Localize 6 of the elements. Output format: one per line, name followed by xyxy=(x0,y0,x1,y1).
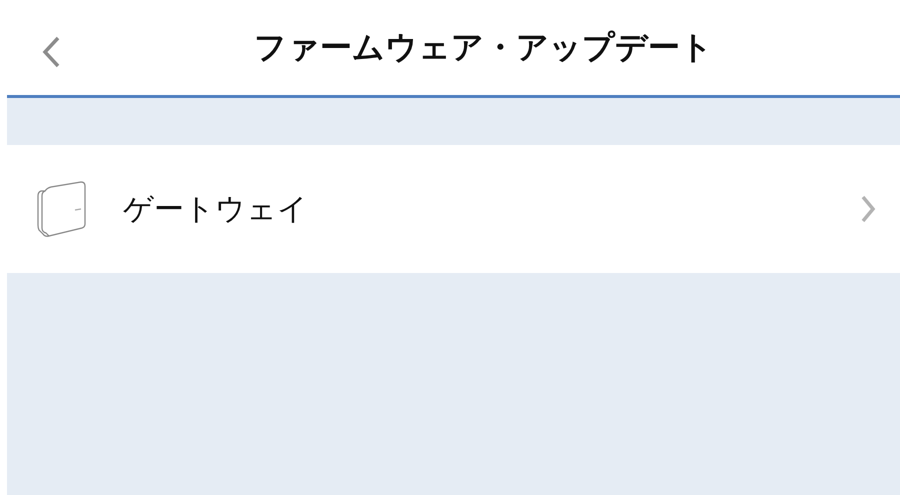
chevron-right-icon xyxy=(860,195,876,223)
device-list-item[interactable]: ゲートウェイ xyxy=(7,145,900,273)
window-title: ファームウェア・アップデート xyxy=(254,26,713,68)
device-icon xyxy=(37,180,87,238)
device-name: ゲートウェイ xyxy=(123,190,309,228)
back-icon[interactable] xyxy=(41,36,61,68)
